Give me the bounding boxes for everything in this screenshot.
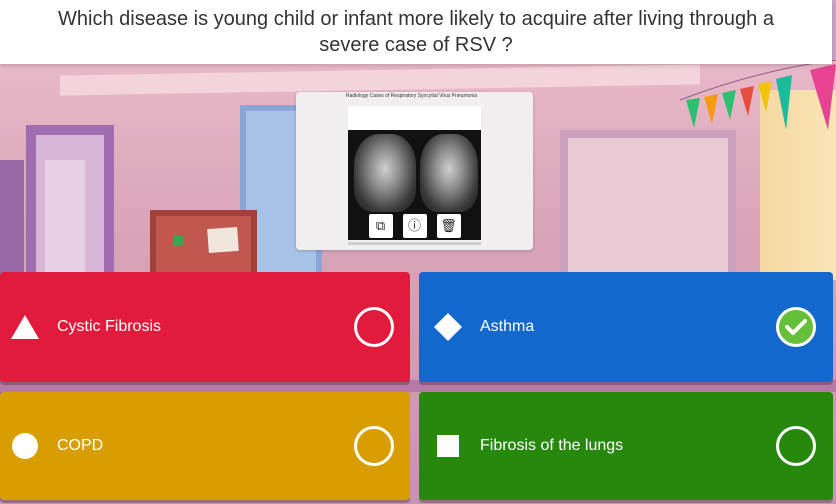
board-note xyxy=(207,226,239,254)
answer-label: Fibrosis of the lungs xyxy=(480,437,624,454)
answer-label: Asthma xyxy=(480,318,535,335)
circle-icon xyxy=(10,431,40,461)
triangle-icon xyxy=(10,312,40,342)
trash-icon[interactable]: 🗑 xyxy=(436,214,461,238)
answer-option-copd[interactable]: COPD xyxy=(0,392,410,500)
crop-icon[interactable]: ⧉ xyxy=(368,214,393,238)
square-icon xyxy=(433,431,463,461)
question-text: Which disease is young child or infant m… xyxy=(58,8,774,56)
diamond-icon xyxy=(433,312,463,342)
answer-radio-checked[interactable] xyxy=(776,307,816,347)
xray-lung-left xyxy=(354,134,416,212)
answer-radio[interactable] xyxy=(776,426,816,466)
image-toolbar: ⧉ ⓘ 🗑 xyxy=(348,212,481,240)
xray-lung-right xyxy=(420,134,478,212)
answer-option-cystic-fibrosis[interactable]: Cystic Fibrosis xyxy=(0,272,410,382)
answer-radio[interactable] xyxy=(354,426,394,466)
answer-option-asthma[interactable]: Asthma xyxy=(419,272,833,382)
info-icon[interactable]: ⓘ xyxy=(402,214,427,238)
answer-radio[interactable] xyxy=(354,307,394,347)
board-note xyxy=(173,236,183,246)
bunting-flags-icon xyxy=(680,60,836,130)
checkmark-icon xyxy=(785,319,807,335)
image-footer xyxy=(348,242,481,245)
image-caption: Radiology Cases of Respiratory Syncytial… xyxy=(346,93,478,99)
question-header: Which disease is young child or infant m… xyxy=(0,0,832,64)
question-image-card[interactable]: Radiology Cases of Respiratory Syncytial… xyxy=(296,92,533,250)
answer-label: Cystic Fibrosis xyxy=(57,318,162,335)
answer-label: COPD xyxy=(57,437,104,454)
answer-option-fibrosis-of-the-lungs[interactable]: Fibrosis of the lungs xyxy=(419,392,833,500)
